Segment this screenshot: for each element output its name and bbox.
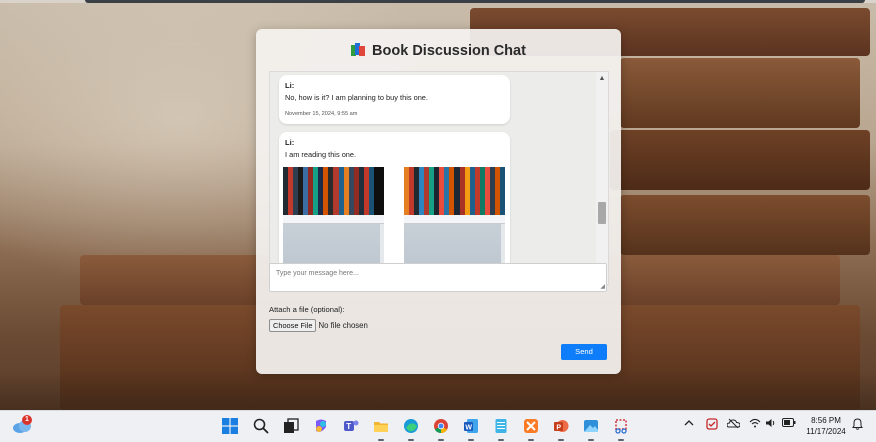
- message-input[interactable]: Type your message here... ◢: [269, 263, 607, 292]
- message-timestamp: November 15, 2024, 9:55 am: [285, 111, 358, 117]
- chat-panel: Book Discussion Chat Li: No, how is it? …: [256, 29, 621, 374]
- task-view-icon[interactable]: [283, 418, 299, 434]
- notification-badge: 1: [22, 415, 32, 425]
- search-icon[interactable]: [253, 418, 269, 434]
- message-text: I am reading this one.: [285, 150, 357, 159]
- paint-icon[interactable]: [583, 418, 599, 434]
- powerpoint-icon[interactable]: P: [553, 418, 569, 434]
- svg-text:W: W: [465, 425, 472, 432]
- system-clock[interactable]: 8:56 PM 11/17/2024: [803, 415, 849, 437]
- snipping-tool-icon[interactable]: [613, 418, 629, 434]
- start-icon[interactable]: [222, 418, 238, 434]
- wifi-icon[interactable]: [749, 418, 761, 433]
- chat-title: Book Discussion Chat: [256, 43, 621, 61]
- books-icon: [351, 43, 366, 61]
- chat-title-text: Book Discussion Chat: [372, 43, 526, 59]
- word-icon[interactable]: W: [463, 418, 479, 434]
- chrome-icon[interactable]: [433, 418, 449, 434]
- scroll-up-icon[interactable]: ▲: [596, 74, 608, 84]
- notification-bell-icon[interactable]: [852, 418, 863, 435]
- copilot-icon[interactable]: [313, 418, 329, 434]
- background-book: [610, 130, 870, 190]
- choose-file-button[interactable]: Choose File: [269, 319, 317, 332]
- message-list-scrollbar[interactable]: ▲ ▼: [596, 72, 608, 284]
- message-list[interactable]: Li: No, how is it? I am planning to buy …: [269, 71, 609, 285]
- onedrive-icon[interactable]: [726, 418, 741, 433]
- svg-text:P: P: [556, 425, 561, 432]
- file-input[interactable]: Choose File No file chosen: [269, 319, 368, 332]
- volume-icon[interactable]: [765, 418, 777, 433]
- message-sender: Li:: [285, 81, 295, 90]
- message-input-placeholder: Type your message here...: [276, 270, 359, 277]
- message-bubble: Li: No, how is it? I am planning to buy …: [279, 75, 510, 124]
- clock-date: 11/17/2024: [806, 427, 846, 436]
- xampp-icon[interactable]: [523, 418, 539, 434]
- message-sender: Li:: [285, 138, 295, 147]
- send-button[interactable]: Send: [561, 344, 607, 360]
- scrollbar-thumb[interactable]: [598, 202, 606, 224]
- background-book: [620, 195, 870, 255]
- edge-icon[interactable]: [403, 418, 419, 434]
- file-explorer-icon[interactable]: [373, 418, 389, 434]
- chevron-up-icon[interactable]: [684, 418, 694, 433]
- battery-icon[interactable]: [782, 418, 796, 432]
- taskbar: 1 T W P 8:56 PM 11/17/2024: [0, 410, 876, 442]
- teams-icon[interactable]: T: [343, 418, 359, 434]
- notepad-icon[interactable]: [493, 418, 509, 434]
- no-file-text: No file chosen: [318, 321, 368, 330]
- clock-time: 8:56 PM: [811, 416, 841, 425]
- resize-grip-icon[interactable]: ◢: [600, 283, 605, 290]
- background-shadow: [0, 370, 876, 410]
- svg-text:T: T: [346, 422, 351, 431]
- background-book: [620, 58, 860, 128]
- attach-label: Attach a file (optional):: [269, 305, 345, 314]
- security-icon[interactable]: [706, 418, 718, 435]
- browser-top-edge: [0, 0, 876, 3]
- message-text: No, how is it? I am planning to buy this…: [285, 93, 428, 102]
